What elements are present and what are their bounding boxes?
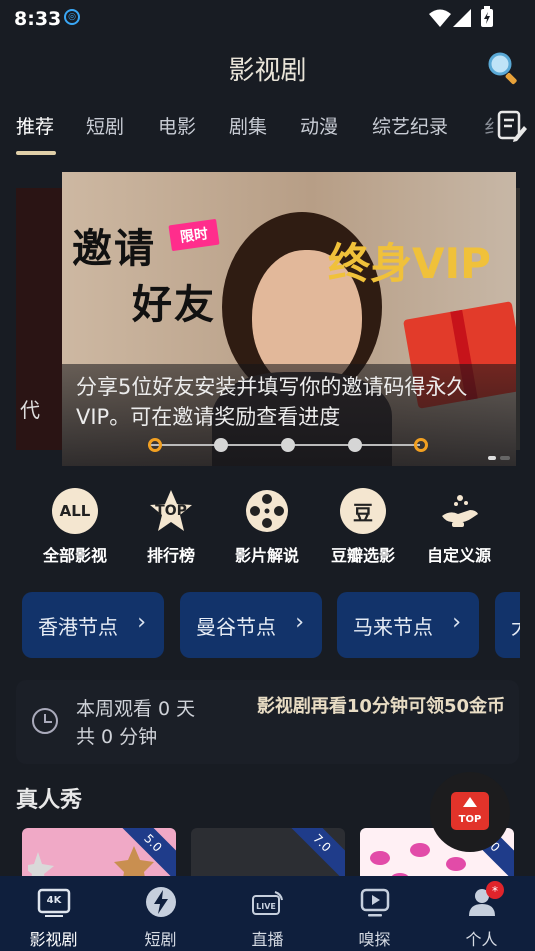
node-label: 马来节点 bbox=[353, 615, 433, 639]
douban-icon: 豆 bbox=[340, 488, 386, 534]
nav-label: 直播 bbox=[251, 930, 284, 949]
progress-step-end bbox=[414, 438, 428, 452]
watch-days: 本周观看 0 天 bbox=[76, 698, 196, 720]
nav-live[interactable]: LIVE 直播 bbox=[214, 876, 321, 951]
lifetime-vip-text: 终身VIP bbox=[328, 239, 491, 288]
quick-link-douban[interactable]: 豆 豆瓣选影 bbox=[315, 488, 411, 566]
4k-tv-icon: 4K bbox=[37, 888, 70, 917]
coin-reward-text: 影视剧再看10分钟可领50金币 bbox=[256, 696, 505, 717]
lightning-icon bbox=[145, 887, 176, 917]
app-notification-icon: ◎ bbox=[64, 9, 80, 25]
nav-sniff[interactable]: 嗅探 bbox=[321, 876, 428, 951]
banner-title-line2: 好友 bbox=[132, 282, 216, 328]
node-label: 曼谷节点 bbox=[196, 615, 276, 639]
quick-link-film-commentary[interactable]: 影片解说 bbox=[219, 488, 315, 566]
all-icon: ALL bbox=[52, 488, 98, 534]
score-badge: 7.0 bbox=[282, 828, 345, 883]
magic-lamp-icon bbox=[442, 495, 478, 527]
quick-link-label: 自定义源 bbox=[426, 546, 491, 565]
node-label: 香港节点 bbox=[38, 615, 118, 639]
status-bar: 8:33 ◎ bbox=[0, 0, 535, 36]
progress-step bbox=[348, 438, 362, 452]
top-icon-text: TOP bbox=[155, 503, 187, 519]
node-label: 大 bbox=[511, 611, 520, 640]
nav-tv-drama[interactable]: 4K 影视剧 bbox=[0, 876, 107, 951]
banner-previous-text: 代 bbox=[20, 398, 40, 422]
tab-series[interactable]: 剧集 bbox=[229, 112, 267, 139]
tab-recommend[interactable]: 推荐 bbox=[16, 112, 54, 139]
banner-previous-slide[interactable]: 代 bbox=[16, 188, 64, 450]
search-icon[interactable] bbox=[486, 50, 522, 86]
node-malaysia[interactable]: 马来节点 › bbox=[337, 592, 479, 658]
top-arrow-icon: TOP bbox=[451, 792, 489, 830]
banner-caption: 分享5位好友安装并填写你的邀请码得永久VIP。可在邀请奖励查看进度 bbox=[76, 375, 468, 429]
nav-profile[interactable]: 个人 bbox=[428, 876, 535, 951]
node-partial[interactable]: 大 bbox=[495, 592, 520, 658]
progress-step bbox=[214, 438, 228, 452]
quick-link-label: 豆瓣选影 bbox=[330, 546, 395, 565]
nav-label: 影视剧 bbox=[29, 930, 78, 949]
battery-icon bbox=[481, 6, 493, 27]
scroll-to-top-button[interactable]: TOP bbox=[430, 772, 510, 852]
nav-label: 嗅探 bbox=[358, 930, 391, 949]
nav-short-drama[interactable]: 短剧 bbox=[107, 876, 214, 951]
quick-link-label: 全部影视 bbox=[42, 546, 107, 565]
svg-text:LIVE: LIVE bbox=[256, 902, 276, 911]
chevron-right-icon: › bbox=[137, 610, 146, 635]
quick-link-ranking[interactable]: TOP 排行榜 bbox=[123, 488, 219, 566]
carousel-page-indicator bbox=[488, 456, 510, 460]
signal-icon bbox=[453, 9, 471, 27]
play-screen-icon bbox=[360, 888, 389, 917]
quick-link-label: 排行榜 bbox=[146, 546, 195, 565]
live-icon: LIVE bbox=[251, 891, 283, 915]
chevron-right-icon: › bbox=[452, 610, 461, 635]
active-tab-indicator bbox=[16, 151, 56, 155]
section-title-reality-show: 真人秀 bbox=[16, 788, 83, 813]
tab-short-drama[interactable]: 短剧 bbox=[86, 112, 124, 139]
watch-minutes: 共 0 分钟 bbox=[76, 726, 158, 748]
limited-time-tag: 限时 bbox=[168, 218, 220, 252]
tab-movie[interactable]: 电影 bbox=[158, 112, 196, 139]
quick-link-all[interactable]: ALL 全部影视 bbox=[27, 488, 123, 566]
banner-title-line1: 邀请 bbox=[72, 226, 156, 272]
film-reel-icon bbox=[246, 490, 288, 532]
quick-link-label: 影片解说 bbox=[234, 546, 299, 565]
quick-link-custom-source[interactable]: 自定义源 bbox=[411, 488, 507, 566]
progress-step-start bbox=[148, 438, 162, 452]
node-hongkong[interactable]: 香港节点 › bbox=[22, 592, 164, 658]
clock-time: 8:33 bbox=[14, 8, 62, 30]
clock-icon bbox=[32, 708, 58, 734]
edit-tabs-icon[interactable] bbox=[494, 108, 530, 146]
nav-label: 短剧 bbox=[144, 930, 177, 949]
svg-text:4K: 4K bbox=[46, 895, 62, 906]
page-title: 影视剧 bbox=[228, 56, 307, 86]
watch-stats-card[interactable]: 本周观看 0 天 共 0 分钟 影视剧再看10分钟可领50金币 bbox=[16, 680, 519, 764]
progress-step bbox=[281, 438, 295, 452]
nav-label: 个人 bbox=[465, 930, 498, 949]
invite-progress-steps bbox=[148, 437, 428, 455]
banner-invite-friends[interactable]: 邀请 好友 限时 终身VIP 分享5位好友安装并填写你的邀请码得永久VIP。可在… bbox=[62, 172, 516, 466]
bottom-navigation: 4K 影视剧 短剧 LIVE 直播 嗅探 个人 bbox=[0, 876, 535, 951]
notification-badge: * bbox=[486, 881, 504, 899]
tab-variety-documentary[interactable]: 综艺纪录 bbox=[372, 112, 448, 139]
tab-anime[interactable]: 动漫 bbox=[300, 112, 338, 139]
top-star-icon: TOP bbox=[148, 488, 194, 534]
chevron-right-icon: › bbox=[295, 610, 304, 635]
wifi-icon bbox=[429, 9, 451, 27]
node-bangkok[interactable]: 曼谷节点 › bbox=[180, 592, 322, 658]
